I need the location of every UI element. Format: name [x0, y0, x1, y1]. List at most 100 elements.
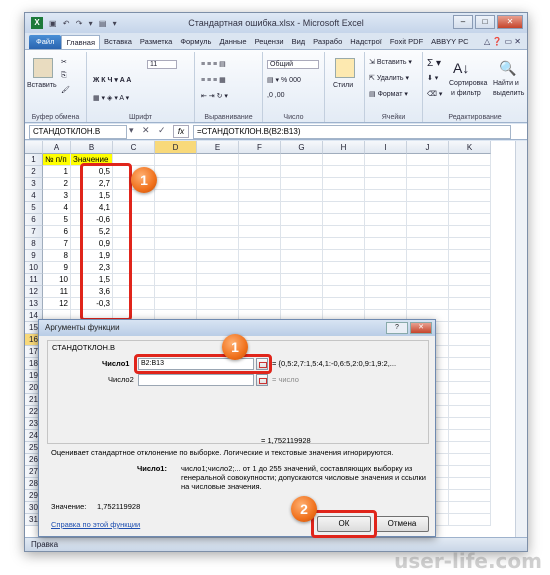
cell-k29[interactable]: [449, 490, 491, 502]
cell-i3[interactable]: [365, 178, 407, 190]
sort-filter-label-2[interactable]: и фильтр: [451, 90, 481, 97]
cell-k23[interactable]: [449, 418, 491, 430]
cell-d6[interactable]: [155, 214, 197, 226]
cell-f5[interactable]: [239, 202, 281, 214]
arg2-input[interactable]: [138, 374, 254, 386]
find-select-icon[interactable]: 🔍: [499, 60, 516, 77]
cell-j3[interactable]: [407, 178, 449, 190]
row-header-10[interactable]: 10: [25, 262, 43, 274]
cell-k5[interactable]: [449, 202, 491, 214]
copy-icon[interactable]: ⎘: [61, 72, 67, 80]
column-header-d[interactable]: D: [155, 141, 197, 154]
cell-d4[interactable]: [155, 190, 197, 202]
cell-i1[interactable]: [365, 154, 407, 166]
cell-i13[interactable]: [365, 298, 407, 310]
cell-a7[interactable]: 6: [43, 226, 71, 238]
cell-a2[interactable]: 1: [43, 166, 71, 178]
minimize-button[interactable]: –: [453, 15, 473, 29]
cell-i4[interactable]: [365, 190, 407, 202]
cell-a12[interactable]: 11: [43, 286, 71, 298]
cut-icon[interactable]: ✂: [61, 58, 67, 66]
cell-g9[interactable]: [281, 250, 323, 262]
column-header-b[interactable]: B: [71, 141, 113, 154]
cell-k19[interactable]: [449, 370, 491, 382]
cell-f3[interactable]: [239, 178, 281, 190]
currency-percent-buttons[interactable]: ▤ ▾ % 000: [267, 76, 301, 84]
delete-cells-button[interactable]: ⇱ Удалить ▾: [369, 74, 409, 82]
styles-icon[interactable]: [335, 58, 355, 78]
arg2-collapse-ref-button[interactable]: [256, 374, 268, 386]
tab-page-layout[interactable]: Разметка: [136, 35, 176, 49]
tab-foxit[interactable]: Foxit PDF: [386, 35, 427, 49]
cell-a11[interactable]: 10: [43, 274, 71, 286]
find-select-label-2[interactable]: выделить: [493, 90, 524, 97]
cell-d5[interactable]: [155, 202, 197, 214]
cell-f1[interactable]: [239, 154, 281, 166]
cell-d3[interactable]: [155, 178, 197, 190]
cell-i10[interactable]: [365, 262, 407, 274]
cell-g6[interactable]: [281, 214, 323, 226]
cell-j7[interactable]: [407, 226, 449, 238]
format-painter-icon[interactable]: 🖌: [61, 86, 70, 94]
cell-j1[interactable]: [407, 154, 449, 166]
cell-g7[interactable]: [281, 226, 323, 238]
cell-h12[interactable]: [323, 286, 365, 298]
cell-g10[interactable]: [281, 262, 323, 274]
paste-icon[interactable]: [33, 58, 53, 78]
clear-icon[interactable]: ⌫ ▾: [427, 90, 442, 98]
cell-k7[interactable]: [449, 226, 491, 238]
cell-a1[interactable]: № п/п: [43, 154, 71, 166]
cell-i7[interactable]: [365, 226, 407, 238]
row-header-6[interactable]: 6: [25, 214, 43, 226]
cancel-button[interactable]: Отмена: [375, 516, 429, 532]
cell-f11[interactable]: [239, 274, 281, 286]
cell-e10[interactable]: [197, 262, 239, 274]
formula-input[interactable]: =СТАНДОТКЛОН.В(B2:B13): [193, 125, 511, 139]
font-size-select[interactable]: 11: [147, 60, 177, 69]
cell-k26[interactable]: [449, 454, 491, 466]
cell-g13[interactable]: [281, 298, 323, 310]
cell-h13[interactable]: [323, 298, 365, 310]
cell-d7[interactable]: [155, 226, 197, 238]
cell-e2[interactable]: [197, 166, 239, 178]
cell-i9[interactable]: [365, 250, 407, 262]
cell-h1[interactable]: [323, 154, 365, 166]
cell-e8[interactable]: [197, 238, 239, 250]
autosum-icon[interactable]: Σ ▾: [427, 58, 441, 69]
cell-f7[interactable]: [239, 226, 281, 238]
cell-h10[interactable]: [323, 262, 365, 274]
cell-k21[interactable]: [449, 394, 491, 406]
cell-f2[interactable]: [239, 166, 281, 178]
cell-h9[interactable]: [323, 250, 365, 262]
maximize-button[interactable]: □: [475, 15, 495, 29]
cell-k17[interactable]: [449, 346, 491, 358]
paste-button[interactable]: Вставить: [27, 82, 57, 89]
cell-j5[interactable]: [407, 202, 449, 214]
cell-i2[interactable]: [365, 166, 407, 178]
format-cells-button[interactable]: ▤ Формат ▾: [369, 90, 408, 98]
column-header-h[interactable]: H: [323, 141, 365, 154]
find-select-label[interactable]: Найти и: [493, 80, 519, 87]
column-header-k[interactable]: K: [449, 141, 491, 154]
cell-k31[interactable]: [449, 514, 491, 526]
select-all-corner[interactable]: [25, 141, 43, 154]
cell-e1[interactable]: [197, 154, 239, 166]
cell-k15[interactable]: [449, 322, 491, 334]
cell-k18[interactable]: [449, 358, 491, 370]
cell-h3[interactable]: [323, 178, 365, 190]
tab-insert[interactable]: Вставка: [100, 35, 136, 49]
cell-e7[interactable]: [197, 226, 239, 238]
column-header-f[interactable]: F: [239, 141, 281, 154]
cell-e9[interactable]: [197, 250, 239, 262]
cell-a13[interactable]: 12: [43, 298, 71, 310]
cell-k6[interactable]: [449, 214, 491, 226]
close-button[interactable]: ✕: [497, 15, 523, 29]
cell-k13[interactable]: [449, 298, 491, 310]
cell-h4[interactable]: [323, 190, 365, 202]
cell-j12[interactable]: [407, 286, 449, 298]
row-header-12[interactable]: 12: [25, 286, 43, 298]
cell-d10[interactable]: [155, 262, 197, 274]
cell-d1[interactable]: [155, 154, 197, 166]
column-header-e[interactable]: E: [197, 141, 239, 154]
cell-f9[interactable]: [239, 250, 281, 262]
